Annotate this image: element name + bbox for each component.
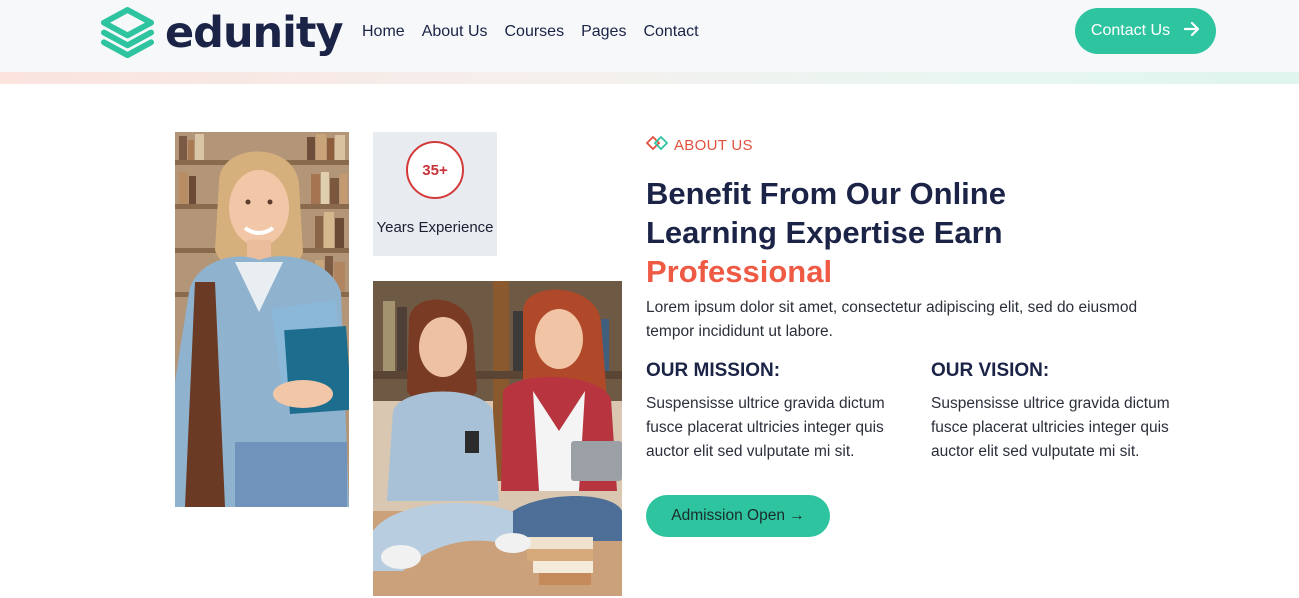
nav-item-about-us[interactable]: About Us	[422, 21, 488, 43]
heading-accent: Professional	[646, 254, 833, 289]
intro-text: Lorem ipsum dolor sit amet, consectetur …	[646, 299, 1138, 340]
nav-item-contact[interactable]: Contact	[643, 21, 698, 43]
mission-text: Suspensisse ultrice gravida dictum fusce…	[646, 395, 885, 460]
site-header: edunity Home About Us Courses Pages Cont…	[0, 0, 1299, 72]
contact-us-label: Contact Us	[1090, 22, 1171, 39]
arrow-right-icon	[1183, 21, 1200, 41]
vision-text: Suspensisse ultrice gravida dictum fusce…	[931, 395, 1170, 460]
nav-item-courses[interactable]: Courses	[505, 21, 565, 43]
diamond-icon	[645, 135, 669, 156]
mission-title: OUR MISSION:	[646, 360, 781, 381]
section-tag: ABOUT US	[645, 135, 753, 156]
header-gradient-strip	[0, 72, 1299, 84]
contact-us-button[interactable]: Contact Us	[1075, 8, 1216, 54]
student-photo	[175, 132, 349, 507]
experience-value: 35+	[422, 161, 448, 179]
admission-open-button[interactable]: Admission Open →	[646, 495, 830, 537]
experience-card: 35+ Years Experience	[373, 132, 497, 256]
experience-badge: 35+	[406, 141, 464, 199]
heading-line-2: Learning Expertise Earn	[646, 215, 1003, 250]
logo[interactable]: edunity	[100, 4, 343, 62]
vision-title: OUR VISION:	[931, 360, 1050, 381]
students-studying-photo	[373, 281, 622, 596]
heading-line-1: Benefit From Our Online	[646, 176, 1006, 211]
brand-name: edunity	[165, 8, 343, 58]
nav-item-home[interactable]: Home	[362, 21, 405, 43]
section-tag-label: ABOUT US	[674, 137, 753, 154]
experience-label: Years Experience	[376, 219, 494, 236]
main-nav: Home About Us Courses Pages Contact	[362, 21, 699, 43]
stacked-books-icon	[100, 6, 155, 61]
nav-item-pages[interactable]: Pages	[581, 21, 626, 43]
section-heading: Benefit From Our Online Learning Experti…	[646, 174, 1206, 291]
